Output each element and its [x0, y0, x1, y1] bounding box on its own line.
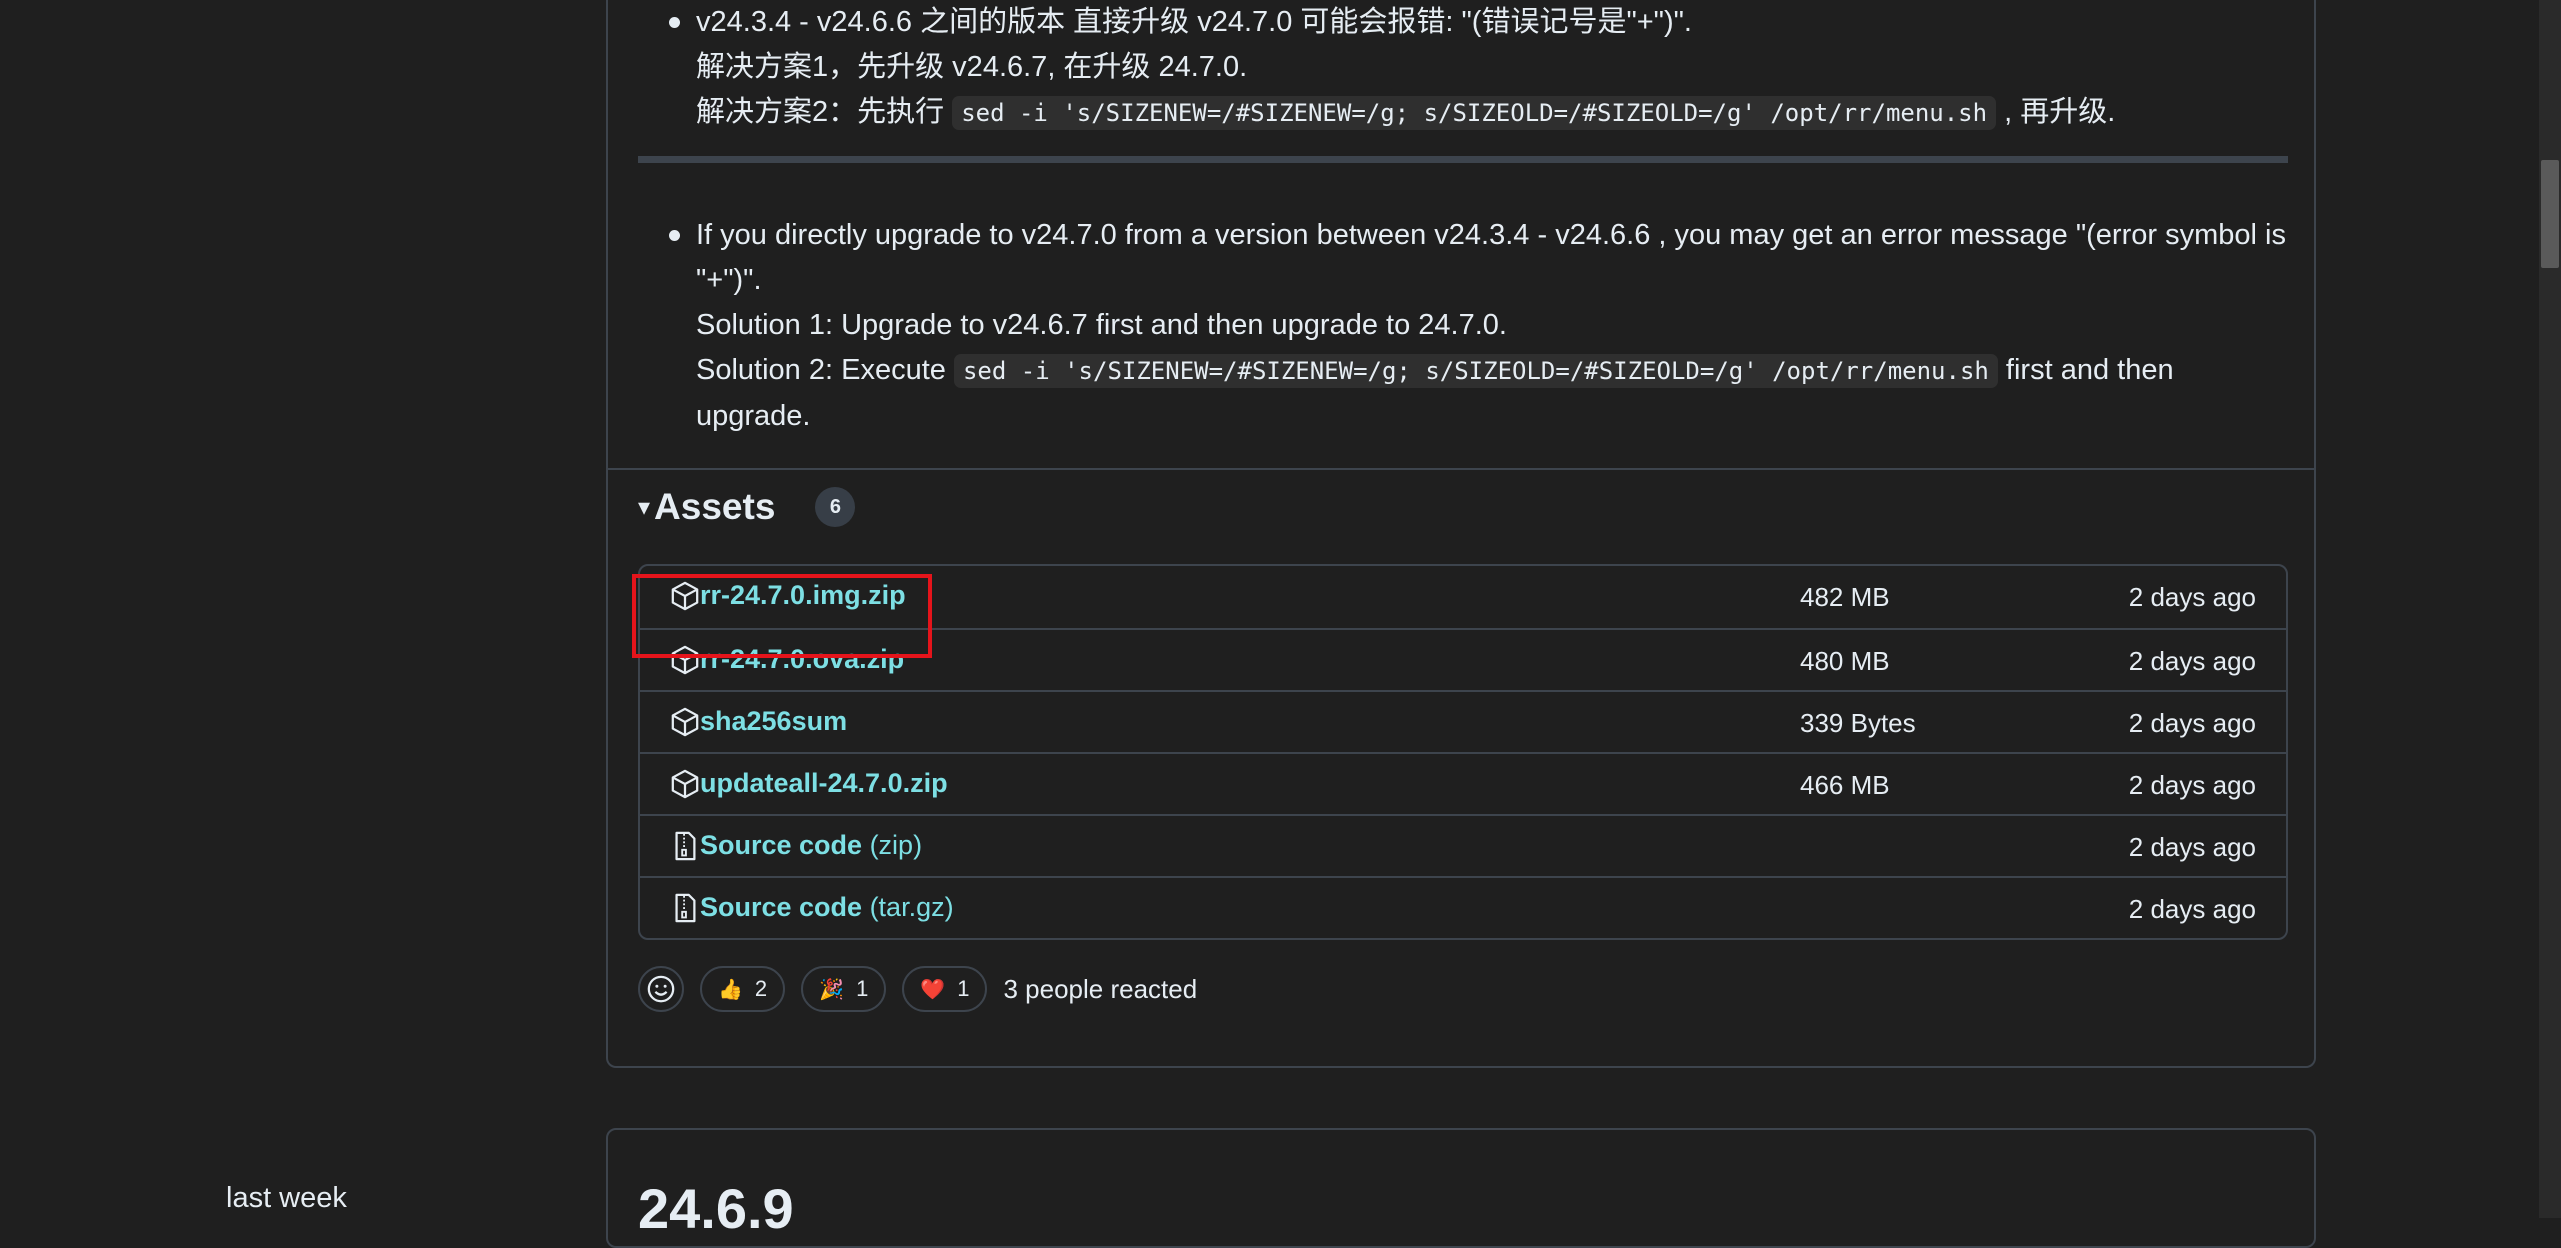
asset-date: 2 days ago — [2128, 582, 2256, 612]
party-popper-icon: 🎉 — [819, 978, 845, 1001]
asset-row: Source code (tar.gz) 2 days ago — [640, 876, 2286, 938]
package-icon — [671, 707, 699, 737]
code-snippet: sed -i 's/SIZENEW=/#SIZENEW=/g; s/SIZEOL… — [953, 354, 1998, 388]
asset-date: 2 days ago — [2128, 708, 2256, 738]
next-release-card: 24.6.9 — [606, 1128, 2316, 1248]
heart-icon: ❤️ — [920, 978, 946, 1001]
note-line: 解决方案1，先升级 v24.6.7, 在升级 24.7.0. — [696, 51, 1248, 83]
assets-count-badge: 6 — [815, 487, 856, 527]
note-line: v24.3.4 - v24.6.6 之间的版本 直接升级 v24.7.0 可能会… — [696, 6, 1692, 38]
note-line: 解决方案2：先执行 sed -i 's/SIZENEW=/#SIZENEW=/g… — [696, 96, 2116, 130]
reactions-bar: 👍 2 🎉 1 ❤️ 1 3 people reacted — [638, 966, 1197, 1012]
reaction-count: 1 — [856, 976, 869, 1001]
sidebar-date: last week — [226, 1182, 347, 1214]
asset-date: 2 days ago — [2128, 770, 2256, 800]
triangle-down-icon[interactable]: ▾ — [638, 493, 650, 522]
asset-size: 466 MB — [1800, 770, 1890, 800]
note-line: If you directly upgrade to v24.7.0 from … — [696, 219, 2286, 296]
asset-size: 339 Bytes — [1800, 708, 1916, 738]
assets-header[interactable]: ▾ Assets 6 — [638, 486, 856, 528]
reaction-hooray[interactable]: 🎉 1 — [801, 966, 887, 1012]
section-divider — [608, 468, 2314, 470]
thumbs-up-icon: 👍 — [718, 978, 743, 1001]
release-card: v24.3.4 - v24.6.6 之间的版本 直接升级 v24.7.0 可能会… — [606, 0, 2316, 1068]
assets-title[interactable]: Assets — [654, 486, 775, 528]
asset-row: Source code (zip) 2 days ago — [640, 814, 2286, 876]
asset-link[interactable]: Source code (zip) — [700, 830, 922, 861]
add-reaction-button[interactable] — [638, 966, 684, 1012]
code-snippet: sed -i 's/SIZENEW=/#SIZENEW=/g; s/SIZEOL… — [952, 96, 1997, 130]
file-zip-icon — [675, 831, 696, 861]
divider — [638, 156, 2288, 163]
note-item-en: If you directly upgrade to v24.7.0 from … — [669, 213, 2286, 439]
asset-date: 2 days ago — [2128, 646, 2256, 676]
note-item-cn: v24.3.4 - v24.6.6 之间的版本 直接升级 v24.7.0 可能会… — [669, 0, 2286, 136]
reaction-heart[interactable]: ❤️ 1 — [902, 966, 988, 1012]
smiley-icon — [647, 975, 675, 1003]
asset-row: sha256sum 339 Bytes 2 days ago — [640, 690, 2286, 752]
asset-date: 2 days ago — [2128, 832, 2256, 862]
reaction-count: 1 — [957, 976, 970, 1001]
reaction-count: 2 — [754, 976, 768, 1001]
scrollbar-thumb[interactable] — [2541, 160, 2559, 268]
asset-date: 2 days ago — [2128, 894, 2256, 924]
asset-link[interactable]: updateall-24.7.0.zip — [700, 768, 948, 799]
asset-size: 480 MB — [1800, 646, 1890, 676]
release-title[interactable]: 24.6.9 — [638, 1176, 794, 1241]
note-line: Solution 2: Execute sed -i 's/SIZENEW=/#… — [696, 354, 2174, 432]
file-zip-icon — [675, 893, 696, 923]
reaction-summary: 3 people reacted — [1003, 973, 1198, 1004]
note-line: Solution 1: Upgrade to v24.6.7 first and… — [696, 309, 1507, 341]
asset-row: updateall-24.7.0.zip 466 MB 2 days ago — [640, 752, 2286, 814]
package-icon — [671, 769, 699, 799]
highlight-annotation — [632, 574, 932, 658]
asset-size: 482 MB — [1800, 582, 1890, 612]
asset-link[interactable]: Source code (tar.gz) — [700, 892, 954, 923]
asset-link[interactable]: sha256sum — [700, 706, 847, 737]
scrollbar[interactable] — [2539, 0, 2561, 1218]
reaction-thumbs-up[interactable]: 👍 2 — [700, 966, 786, 1012]
